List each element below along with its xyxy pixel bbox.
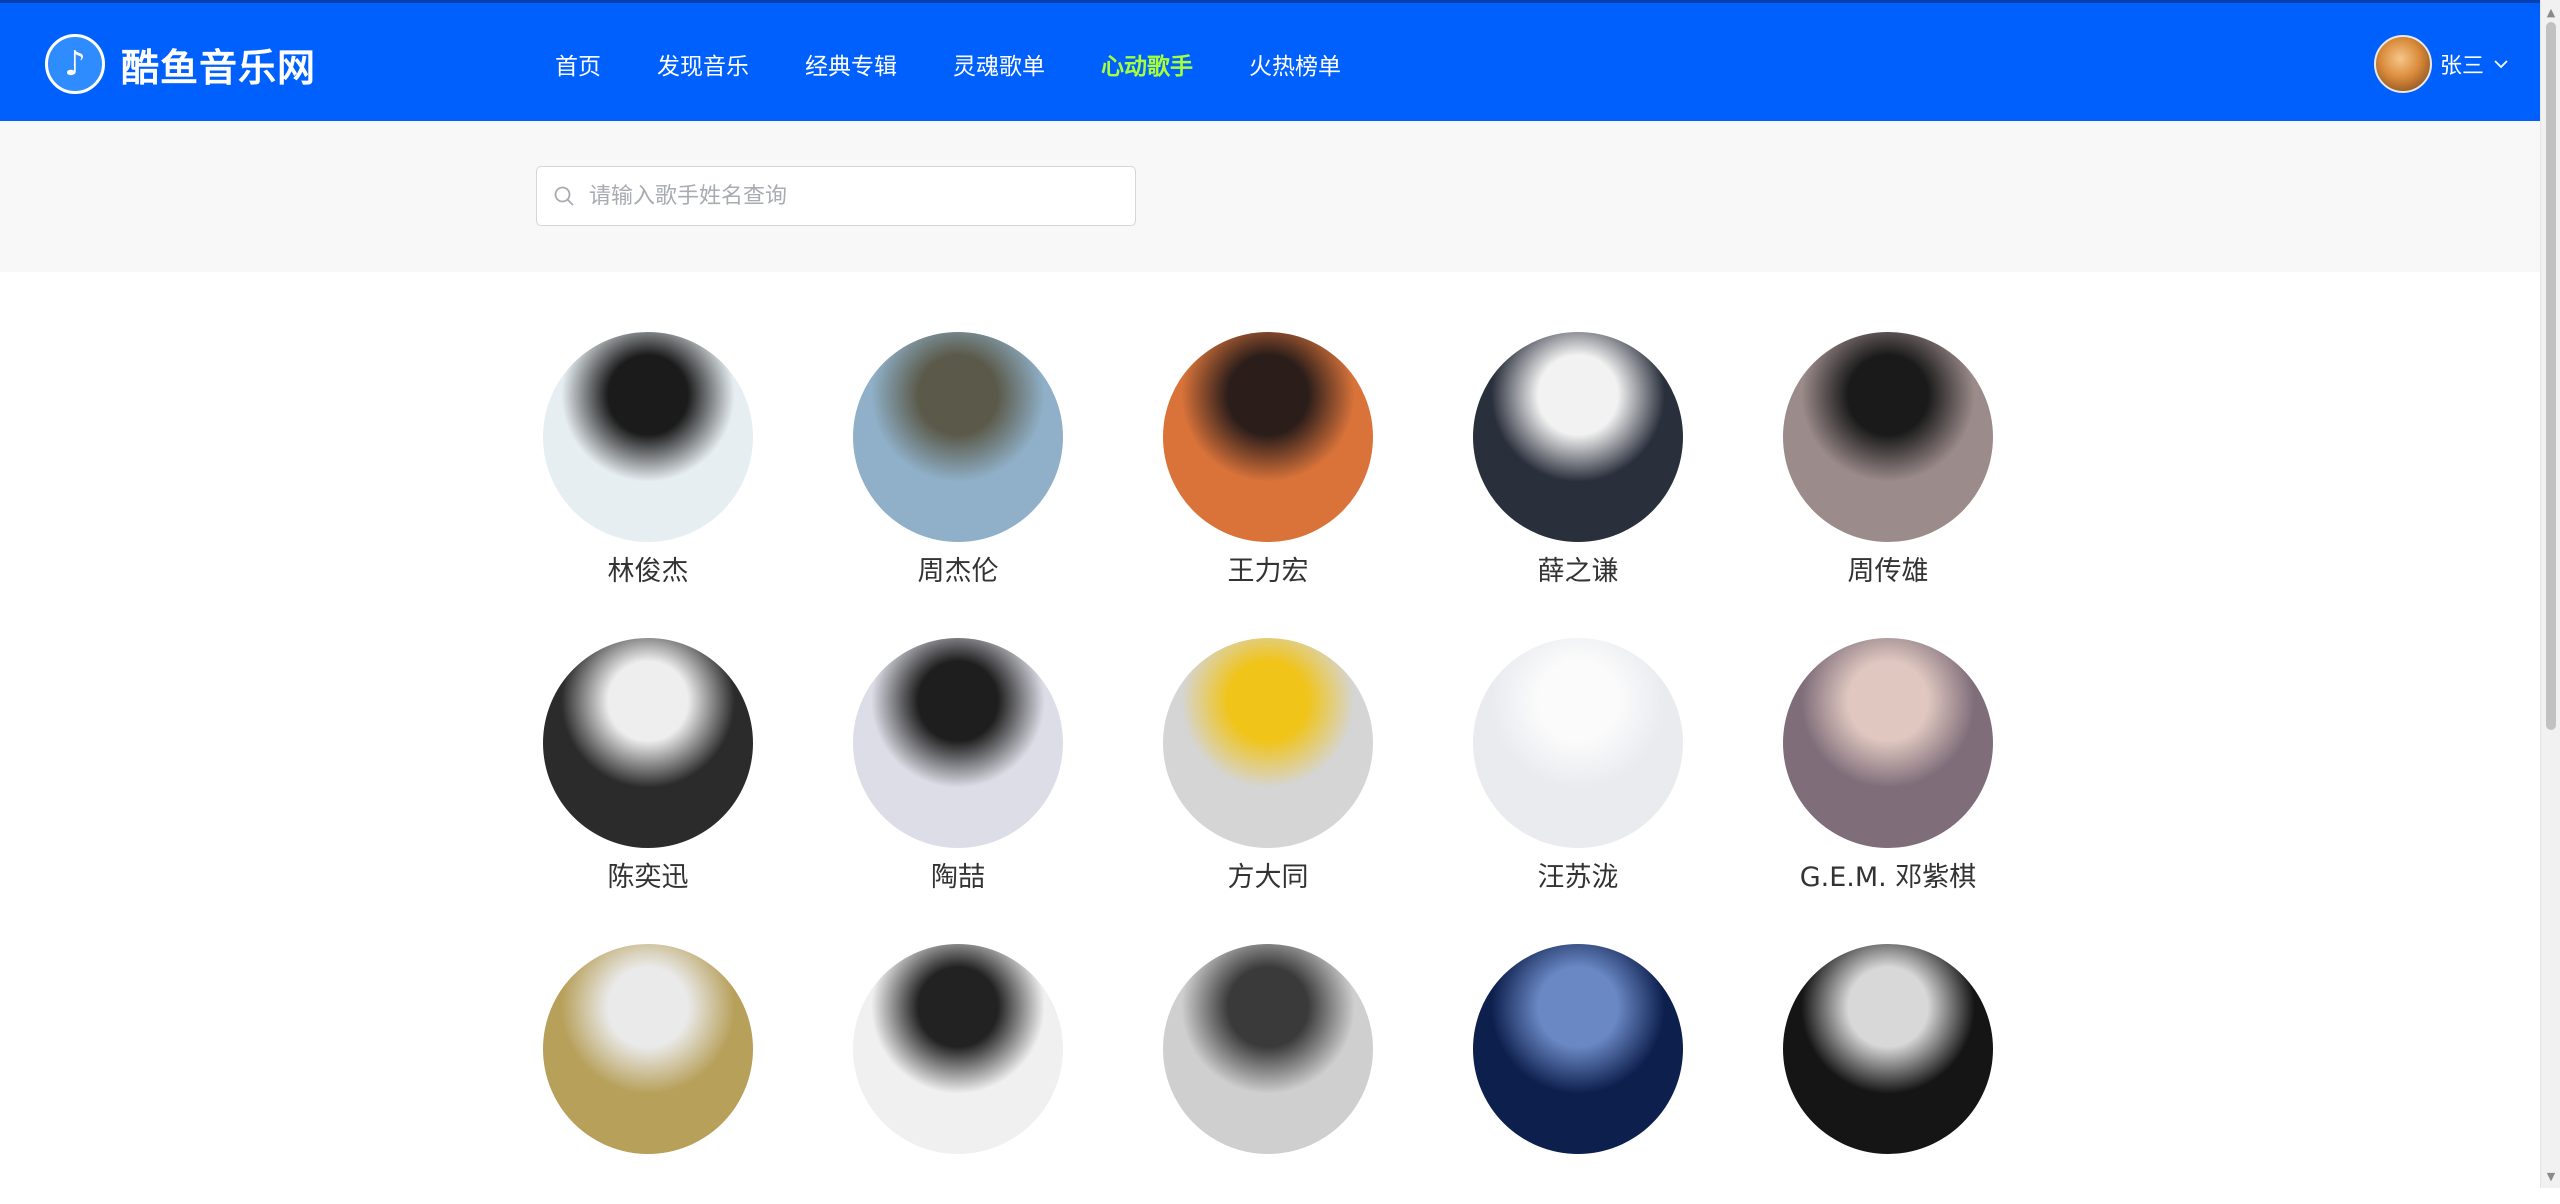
singer-card[interactable]: 薛之谦 <box>1473 332 1683 592</box>
nav-item-classic-albums[interactable]: 经典专辑 <box>805 47 897 81</box>
singer-avatar[interactable] <box>1163 944 1373 1154</box>
singer-name[interactable]: 方大同 <box>1163 858 1373 898</box>
nav-item-discover-music[interactable]: 发现音乐 <box>657 47 749 81</box>
singer-name[interactable] <box>853 1164 1063 1204</box>
singer-name[interactable] <box>1783 1164 1993 1204</box>
nav-item-favorite-singers[interactable]: 心动歌手 <box>1101 47 1193 81</box>
scroll-up-arrow-icon[interactable]: ▲ <box>2541 2 2560 22</box>
singer-card[interactable] <box>1163 944 1373 1204</box>
singer-card[interactable]: 林俊杰 <box>543 332 753 592</box>
singer-name[interactable]: 薛之谦 <box>1473 552 1683 592</box>
singer-name[interactable]: 汪苏泷 <box>1473 858 1683 898</box>
singer-name[interactable] <box>1473 1164 1683 1204</box>
singer-avatar[interactable] <box>1783 638 1993 848</box>
singer-card[interactable]: 汪苏泷 <box>1473 638 1683 898</box>
singer-avatar[interactable] <box>543 332 753 542</box>
singer-avatar[interactable] <box>1473 332 1683 542</box>
singer-card[interactable] <box>1783 944 1993 1204</box>
site-title: 酷鱼音乐网 <box>121 45 317 90</box>
scroll-down-arrow-icon[interactable]: ▼ <box>2541 1166 2560 1186</box>
singer-card[interactable]: 王力宏 <box>1163 332 1373 592</box>
music-note-icon: ♪ <box>45 34 105 94</box>
singer-avatar[interactable] <box>543 638 753 848</box>
singer-name[interactable]: 陈奕迅 <box>543 858 753 898</box>
chevron-down-icon <box>2494 60 2508 69</box>
avatar[interactable] <box>2373 35 2432 93</box>
nav-item-hot-charts[interactable]: 火热榜单 <box>1249 47 1341 81</box>
singer-avatar[interactable] <box>1783 332 1993 542</box>
user-name: 张三 <box>2439 54 2484 79</box>
singer-avatar[interactable] <box>1783 944 1993 1154</box>
scrollbar-thumb[interactable] <box>2546 22 2556 730</box>
singer-avatar[interactable] <box>1473 638 1683 848</box>
singer-card[interactable]: 周传雄 <box>1783 332 1993 592</box>
search-section <box>0 121 2540 272</box>
singer-name[interactable]: 周杰伦 <box>853 552 1063 592</box>
singer-card[interactable]: 陈奕迅 <box>543 638 753 898</box>
page-scrollbar[interactable]: ▲ ▼ <box>2540 0 2560 1188</box>
singer-card[interactable] <box>543 944 753 1204</box>
singer-name[interactable]: G.E.M. 邓紫棋 <box>1783 858 1993 898</box>
nav-item-home[interactable]: 首页 <box>555 47 601 81</box>
singer-avatar[interactable] <box>853 638 1063 848</box>
search-box[interactable] <box>536 166 1136 226</box>
singer-card[interactable] <box>853 944 1063 1204</box>
singer-name[interactable] <box>543 1164 753 1204</box>
nav-item-soul-playlists[interactable]: 灵魂歌单 <box>953 47 1045 81</box>
user-menu[interactable]: 张三 <box>2373 33 2510 95</box>
main-nav: 首页 发现音乐 经典专辑 灵魂歌单 心动歌手 火热榜单 <box>555 3 1397 124</box>
singer-name[interactable]: 周传雄 <box>1783 552 1993 592</box>
singer-card[interactable]: 周杰伦 <box>853 332 1063 592</box>
singer-avatar[interactable] <box>853 332 1063 542</box>
singer-card[interactable]: 方大同 <box>1163 638 1373 898</box>
singer-avatar[interactable] <box>543 944 753 1154</box>
singer-card[interactable] <box>1473 944 1683 1204</box>
singer-avatar[interactable] <box>1163 638 1373 848</box>
search-icon <box>554 186 574 206</box>
singer-avatar[interactable] <box>1473 944 1683 1154</box>
singer-grid: 林俊杰 周杰伦 王力宏 薛之谦 周传雄 陈奕迅 陶喆 方大同 汪苏泷 G.E.M… <box>543 332 2093 1204</box>
singer-search-input[interactable] <box>587 168 1135 224</box>
singer-card[interactable]: G.E.M. 邓紫棋 <box>1783 638 1993 898</box>
singer-name[interactable]: 陶喆 <box>853 858 1063 898</box>
singer-name[interactable]: 林俊杰 <box>543 552 753 592</box>
singer-avatar[interactable] <box>1163 332 1373 542</box>
top-navbar: ♪ 酷鱼音乐网 首页 发现音乐 经典专辑 灵魂歌单 心动歌手 火热榜单 张三 <box>0 0 2540 121</box>
singer-avatar[interactable] <box>853 944 1063 1154</box>
singer-card[interactable]: 陶喆 <box>853 638 1063 898</box>
site-logo[interactable]: ♪ 酷鱼音乐网 <box>45 33 316 95</box>
singer-name[interactable]: 王力宏 <box>1163 552 1373 592</box>
singer-name[interactable] <box>1163 1164 1373 1204</box>
